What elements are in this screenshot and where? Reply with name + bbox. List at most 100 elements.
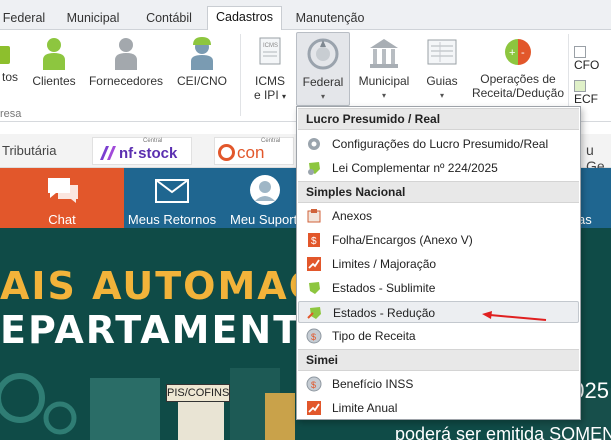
tab-contabil[interactable]: Contábil <box>137 8 201 30</box>
ribbon-guias-button[interactable]: Guias ▾ <box>420 36 464 103</box>
svg-text:-: - <box>521 47 525 59</box>
menu-item-label: Estados - Sublimite <box>332 281 436 295</box>
ribbon-cei-cno-button[interactable]: CEI/CNO <box>174 36 230 88</box>
ribbon-fornecedores-button[interactable]: Fornecedores <box>88 36 164 88</box>
menu-item-tipo-receita[interactable]: $ Tipo de Receita <box>298 325 579 347</box>
ribbon-ipi-label: e IPI <box>253 88 279 102</box>
meus-retornos-button[interactable]: Meus Retornos <box>124 168 220 228</box>
ribbon-guias-caret-icon: ▾ <box>439 91 444 100</box>
ribbon-divider <box>240 34 241 116</box>
ribbon-operacoes-button[interactable]: + - Operações de Receita/Dedução <box>470 36 566 100</box>
ribbon-fornecedores-label: Fornecedores <box>88 74 164 88</box>
chat-label: Chat <box>48 212 76 227</box>
ribbon-federal-button[interactable]: Federal ▾ <box>296 32 350 106</box>
menu-section-lucro-presumido: Lucro Presumido / Real <box>298 108 579 130</box>
tab-municipal[interactable]: Municipal <box>58 8 128 30</box>
menu-section-simples-nacional: Simples Nacional <box>298 181 579 203</box>
annotation-arrow-icon <box>482 311 547 321</box>
menu-item-limites-majoracao[interactable]: Limites / Majoração <box>298 253 579 275</box>
menu-item-limite-anual[interactable]: Limite Anual <box>298 397 579 419</box>
product-icon <box>0 46 10 64</box>
conn-brand-label: con <box>237 143 265 162</box>
ribbon-group-label: resa <box>0 108 22 120</box>
svg-text:$: $ <box>311 236 317 247</box>
banner-pis-cofins-tag: PIS/COFINS <box>166 384 230 402</box>
nfstock-logo-icon <box>100 146 116 160</box>
coin-icon: $ <box>306 328 322 344</box>
plus-minus-icon: + - <box>505 39 531 65</box>
envelope-icon <box>155 179 189 203</box>
menu-item-label: Tipo de Receita <box>332 329 416 343</box>
quicknav-more-label: as <box>578 212 592 227</box>
nfstock-central-label: Central <box>143 138 163 144</box>
chart-up-icon <box>307 257 321 271</box>
banner-headline-line2: EPARTAMENT <box>0 308 302 352</box>
gear-icon <box>308 138 320 150</box>
tab-manutencao[interactable]: Manutenção <box>290 8 370 30</box>
ribbon-icms-ipi-button[interactable]: ICMS ICMS e IPI ▾ <box>250 36 290 104</box>
ribbon-icms-caret-icon: ▾ <box>282 92 287 101</box>
brazil-map-gear-icon <box>308 162 320 175</box>
ribbon-federal-caret-icon: ▾ <box>320 92 325 101</box>
ribbon-tab-bar: Federal Municipal Contábil Cadastros Man… <box>0 0 611 31</box>
ecf-icon <box>574 79 586 92</box>
ribbon-municipal-caret-icon: ▾ <box>381 91 386 100</box>
ribbon-municipal-label: Municipal <box>358 74 410 88</box>
menu-item-label: Lei Complementar nº 224/2025 <box>332 161 498 175</box>
tab-federal[interactable]: Federal <box>0 8 48 30</box>
svg-text:$: $ <box>311 380 316 390</box>
menu-item-label: Anexos <box>332 209 373 223</box>
ribbon-cei-cno-label: CEI/CNO <box>176 74 227 88</box>
ribbon-guias-label: Guias <box>426 74 458 88</box>
menu-item-folha-encargos[interactable]: $ Folha/Encargos (Anexo V) <box>298 229 579 251</box>
ribbon-produtos-button[interactable]: tos <box>0 36 20 84</box>
user-avatar-icon <box>250 175 280 205</box>
menu-item-label: Configurações do Lucro Presumido/Real <box>332 137 549 151</box>
nfstock-brand-label: nf·stock <box>119 145 178 162</box>
chat-button[interactable]: Chat <box>0 168 124 228</box>
ribbon-operacoes-label-2: Receita/Dedução <box>471 86 565 100</box>
ribbon-federal-label: Federal <box>302 75 344 89</box>
chart-up-icon <box>307 401 321 415</box>
ribbon-operacoes-label-1: Operações de <box>480 72 556 86</box>
ribbon-ecf-button[interactable]: ECF <box>574 78 611 106</box>
partner-conn-link[interactable]: Central con <box>214 137 294 165</box>
ribbon-cfo-button[interactable]: CFO <box>574 44 611 72</box>
municipal-building-icon <box>370 39 398 68</box>
brazil-map-icon <box>309 282 320 294</box>
ribbon-cfo-label: CFO <box>574 58 600 72</box>
ribbon-clientes-button[interactable]: Clientes <box>30 36 78 88</box>
menu-item-beneficio-inss[interactable]: $ Benefício INSS <box>298 373 579 395</box>
meu-suporte-label: Meu Suport <box>230 212 298 227</box>
tab-cadastros[interactable]: Cadastros <box>207 6 282 31</box>
ribbon-produtos-label: tos <box>1 70 18 84</box>
client-person-icon <box>43 38 65 70</box>
menu-item-label: Limite Anual <box>332 401 398 415</box>
banner-footer-text: poderá ser emitida SOMEN <box>395 424 611 440</box>
ribbon-ecf-label: ECF <box>574 92 598 106</box>
coin-icon: $ <box>306 376 322 392</box>
dollar-doc-icon: $ <box>308 233 320 247</box>
svg-text:$: $ <box>311 332 316 342</box>
ribbon-clientes-label: Clientes <box>32 74 76 88</box>
quicknav-more-button[interactable]: as <box>578 168 611 228</box>
menu-item-lei-complementar[interactable]: Lei Complementar nº 224/2025 <box>298 157 579 179</box>
conn-logo-icon <box>218 144 235 161</box>
menu-item-estados-sublimite[interactable]: Estados - Sublimite <box>298 277 579 299</box>
ribbon-municipal-button[interactable]: Municipal ▾ <box>356 36 412 103</box>
partner-nfstock-link[interactable]: Central nf·stock <box>92 137 192 165</box>
construction-worker-icon <box>191 37 213 70</box>
brazil-map-arrow-icon <box>307 307 321 319</box>
menu-item-anexos[interactable]: Anexos <box>298 205 579 227</box>
meus-retornos-label: Meus Retornos <box>127 212 217 227</box>
banner-headline-line1: AIS AUTOMAÇ <box>0 264 319 308</box>
menu-item-label: Estados - Redução <box>333 306 436 320</box>
menu-section-simei: Simei <box>298 349 579 371</box>
menu-item-label: Benefício INSS <box>332 377 414 391</box>
cfo-icon <box>574 45 586 58</box>
partner-tributaria-label: Tributária <box>2 143 57 158</box>
federal-dropdown-menu: Lucro Presumido / Real Configurações do … <box>296 106 581 420</box>
menu-item-config-lucro-presumido[interactable]: Configurações do Lucro Presumido/Real <box>298 133 579 155</box>
icms-document-icon: ICMS <box>259 37 281 65</box>
meu-suporte-button[interactable]: Meu Suport <box>226 168 300 228</box>
